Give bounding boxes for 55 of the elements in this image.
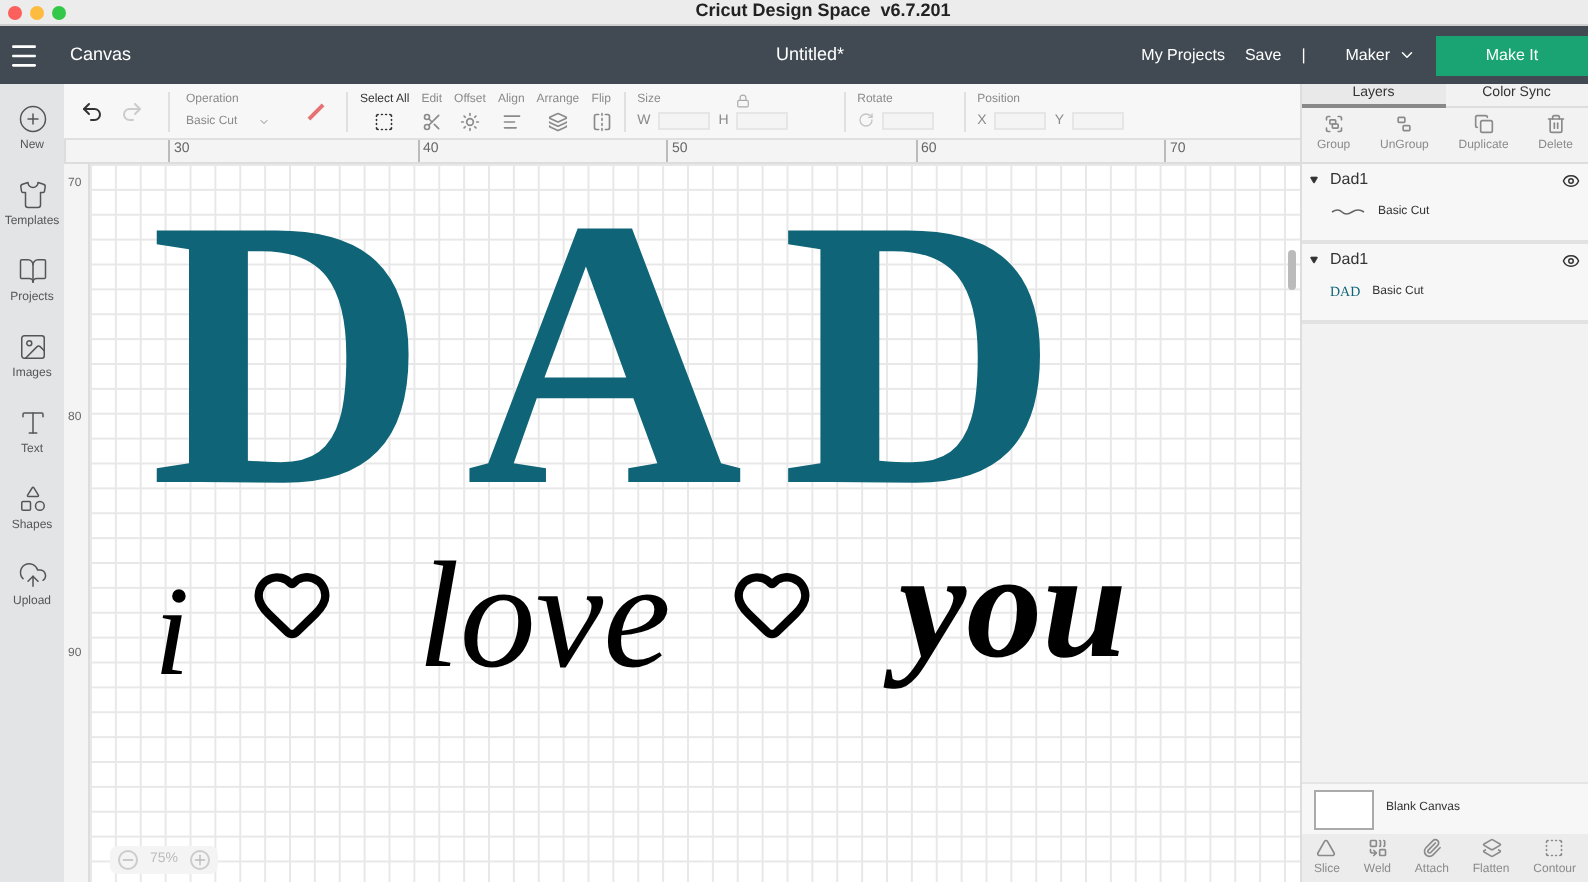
close-button[interactable] <box>8 5 22 19</box>
select-tool-icon <box>374 111 395 131</box>
undo-icon[interactable] <box>80 99 104 123</box>
layer-name: Dad1 <box>1330 168 1371 192</box>
weld-icon <box>1367 837 1388 857</box>
contour-icon <box>1544 837 1565 857</box>
zoom-button[interactable] <box>52 5 66 19</box>
eye-icon[interactable] <box>1562 251 1580 269</box>
eye-icon[interactable] <box>1562 171 1580 189</box>
separator-text: | <box>1301 43 1306 67</box>
duplicate-icon <box>1473 114 1494 134</box>
rotate-icon <box>857 112 874 128</box>
header-link[interactable]: My Projects <box>1141 43 1225 67</box>
section-title: Canvas <box>70 41 134 68</box>
slice-icon <box>1316 837 1337 857</box>
expand-caret-icon[interactable] <box>1310 256 1318 264</box>
header-link[interactable]: Save <box>1244 43 1282 67</box>
shapes-icon <box>17 484 47 514</box>
delete-icon <box>1545 114 1566 134</box>
minimize-button[interactable] <box>30 5 44 19</box>
script-thumbnail-icon <box>1330 208 1366 216</box>
images-icon <box>17 332 47 362</box>
layer-name: Dad1 <box>1330 248 1371 272</box>
flatten-icon <box>1481 837 1502 857</box>
lock-icon[interactable] <box>736 93 751 107</box>
zoom-out-icon[interactable] <box>118 849 138 870</box>
align-tool-icon <box>501 111 522 131</box>
chevron-down-icon <box>1398 46 1416 64</box>
script-word: i <box>154 558 192 707</box>
menu-icon[interactable] <box>8 39 40 71</box>
flip-tool-icon <box>591 111 612 131</box>
attach-icon <box>1421 837 1442 857</box>
canvas-swatch[interactable] <box>1314 789 1374 829</box>
ungroup-icon <box>1394 114 1415 134</box>
text-icon <box>17 408 47 438</box>
window-title: Cricut Design Space v6.7.201 <box>695 0 951 25</box>
caret-icon <box>257 116 270 128</box>
group-icon <box>1323 114 1344 134</box>
scrollbar-thumb[interactable] <box>1288 250 1296 290</box>
document-title: Untitled* <box>773 41 847 68</box>
zoom-in-icon[interactable] <box>190 849 211 870</box>
line-color-swatch[interactable] <box>307 102 325 120</box>
machine-dropdown[interactable]: Maker <box>1345 43 1416 67</box>
templates-icon <box>17 180 47 210</box>
make-it-button[interactable]: Make It <box>1436 35 1588 75</box>
dad-title-art: DAD <box>150 200 1098 480</box>
arrange-tool-icon <box>547 111 568 131</box>
projects-icon <box>17 256 47 286</box>
script-word: you <box>874 500 1155 713</box>
new-icon <box>17 104 47 134</box>
script-word: love <box>417 530 673 705</box>
offset-tool-icon <box>459 111 480 131</box>
expand-caret-icon[interactable] <box>1310 176 1318 184</box>
upload-icon <box>17 560 47 590</box>
edit-tool-icon <box>421 111 442 131</box>
